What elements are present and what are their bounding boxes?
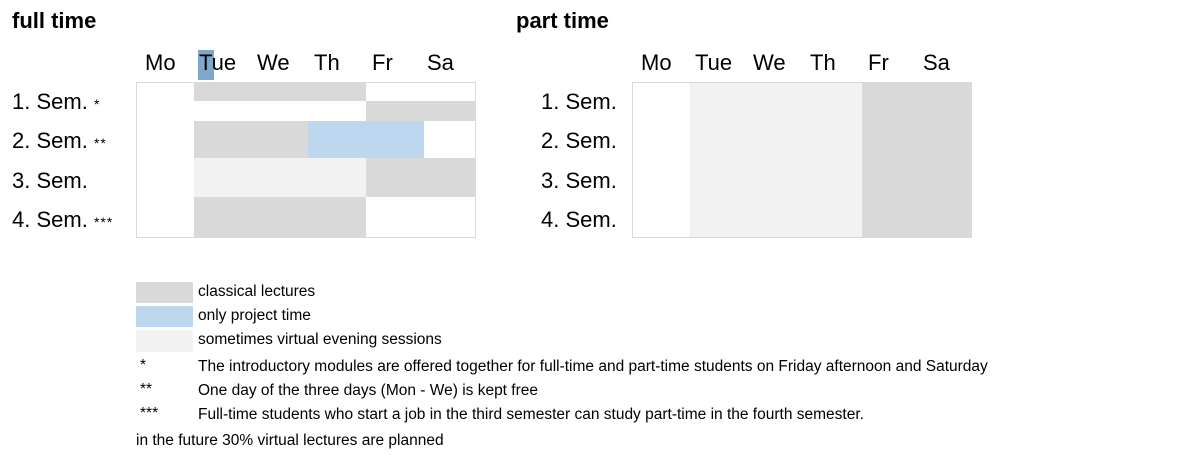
row-label-sem-3: 3. Sem. <box>12 168 88 193</box>
footnote-mark: * <box>140 357 147 374</box>
part-time-title: part time <box>516 8 609 33</box>
ft-sem1-fr-sa-classical <box>366 101 475 121</box>
footnote-mark: ** <box>93 135 107 151</box>
ft-sem3-tue-th-evening <box>194 158 366 197</box>
day-header-fr: Fr <box>868 50 889 75</box>
row-label-sem-4: 4. Sem. <box>541 207 617 232</box>
day-header-sa: Sa <box>427 50 454 75</box>
day-header-mo: Mo <box>641 50 672 75</box>
pt-tue-th-evening <box>690 82 862 238</box>
pt-fr-sa-classical <box>862 82 971 238</box>
footnote-mark: ** <box>140 381 153 398</box>
ft-sem2-tue-we-classical <box>194 121 308 158</box>
day-header-we: We <box>753 50 786 75</box>
footnote-text: One day of the three days (Mon - We) is … <box>198 382 539 399</box>
footnote-text: The introductory modules are offered tog… <box>198 358 988 375</box>
row-label-sem-2: 2. Sem. ** <box>12 128 107 153</box>
ft-sem2-th-fr-project <box>308 121 424 158</box>
footnote-mark: *** <box>140 405 159 422</box>
footer-note: in the future 30% virtual lectures are p… <box>136 432 444 449</box>
day-header-we: We <box>257 50 290 75</box>
ft-sem4-tue-th-classical <box>194 197 366 237</box>
day-header-sa: Sa <box>923 50 950 75</box>
row-label-sem-2: 2. Sem. <box>541 128 617 153</box>
row-label-sem-1: 1. Sem. <box>541 89 617 114</box>
legend-swatch-evening <box>136 330 193 352</box>
legend-label-project: only project time <box>198 307 311 324</box>
legend-swatch-classical <box>136 282 193 303</box>
footnote-mark: * <box>93 96 101 112</box>
day-header-tue: Tue <box>199 50 237 75</box>
row-label-sem-3: 3. Sem. <box>541 168 617 193</box>
legend-label-classical: classical lectures <box>198 283 316 300</box>
day-header-fr: Fr <box>372 50 393 75</box>
day-header-tue: Tue <box>695 50 733 75</box>
legend-label-evening: sometimes virtual evening sessions <box>198 331 442 348</box>
legend-swatch-project <box>136 306 193 327</box>
ft-sem3-fr-sa-classical <box>366 158 475 197</box>
row-label-sem-4: 4. Sem. *** <box>12 207 114 232</box>
ft-sem1-tue-th-classical <box>194 82 366 101</box>
day-header-th: Th <box>810 50 836 75</box>
footnote-text: Full-time students who start a job in th… <box>198 406 864 423</box>
row-label-sem-1: 1. Sem. * <box>12 89 101 114</box>
day-header-th: Th <box>314 50 340 75</box>
footnote-mark: *** <box>93 214 114 230</box>
full-time-title: full time <box>12 8 97 33</box>
day-header-mo: Mo <box>145 50 176 75</box>
